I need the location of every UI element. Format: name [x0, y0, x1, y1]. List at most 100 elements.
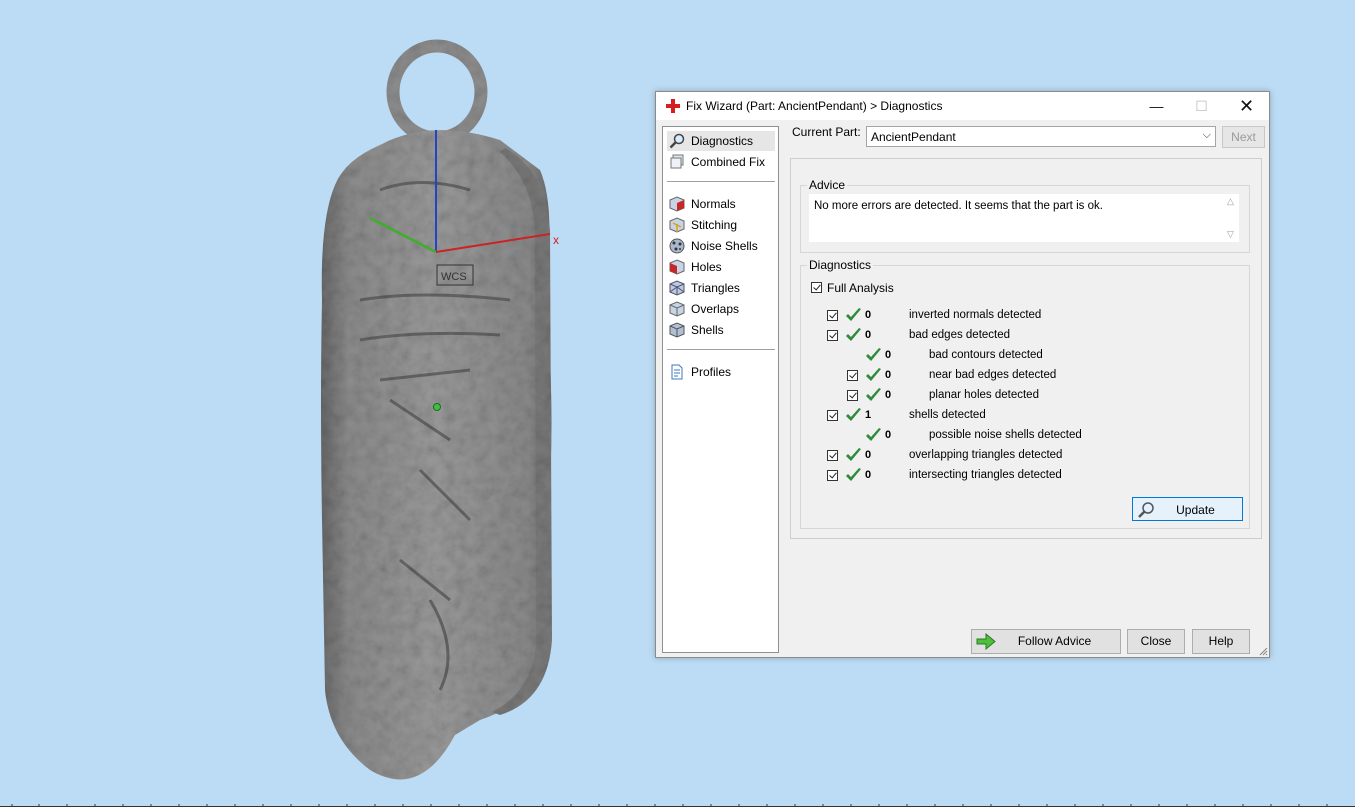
cube-shells-icon: [669, 322, 685, 338]
diagnostic-row: 0 overlapping triangles detected: [827, 447, 1231, 465]
cube-normals-icon: [669, 196, 685, 212]
advice-title: Advice: [807, 178, 848, 192]
nav-label: Noise Shells: [691, 239, 758, 253]
nav-label: Diagnostics: [691, 134, 754, 148]
diagnostic-row: 0 near bad edges detected: [831, 367, 1231, 385]
resize-grip-icon[interactable]: [1258, 646, 1268, 656]
diagnostic-row: 0 inverted normals detected: [827, 307, 1231, 325]
nav-item-combined-fix[interactable]: Combined Fix: [667, 152, 775, 172]
nav-item-triangles[interactable]: Triangles: [667, 278, 775, 298]
nav-item-profiles[interactable]: Profiles: [667, 362, 775, 382]
diagnostics-group: Diagnostics Full Analysis 0 inverted norm…: [800, 258, 1250, 529]
nav-label: Holes: [691, 260, 722, 274]
diagnostic-message: intersecting triangles detected: [909, 469, 1062, 481]
cube-holes-icon: [669, 259, 685, 275]
advice-textbox[interactable]: No more errors are detected. It seems th…: [809, 194, 1239, 242]
title-bar[interactable]: Fix Wizard (Part: AncientPendant) > Diag…: [656, 92, 1269, 120]
magnifier-icon: [669, 133, 685, 149]
nav-label: Profiles: [691, 365, 732, 379]
checkbox[interactable]: [827, 310, 838, 321]
magnifier-icon: [1138, 502, 1154, 518]
red-cross-icon: [666, 99, 680, 113]
follow-advice-label: Follow Advice: [1017, 634, 1092, 648]
diagnostic-count: 0: [865, 449, 872, 461]
diagnostic-message: overlapping triangles detected: [909, 449, 1063, 461]
nav-label: Shells: [691, 323, 724, 337]
current-part-select[interactable]: AncientPendant ⌵: [866, 126, 1216, 147]
nav-label: Triangles: [691, 281, 740, 295]
axis-x-label: x: [553, 233, 559, 247]
nav-item-stitching[interactable]: Stitching: [667, 215, 775, 235]
diagnostic-row: 0 bad contours detected: [831, 347, 1231, 365]
scroll-down-icon[interactable]: ▽: [1227, 229, 1234, 240]
noise-shells-icon: [669, 238, 685, 254]
checkbox[interactable]: [847, 370, 858, 381]
cube-stitch-icon: [669, 217, 685, 233]
update-label: Update: [1176, 503, 1215, 517]
checkbox[interactable]: [827, 450, 838, 461]
current-part-label: Current Part:: [792, 125, 861, 139]
nav-divider: [667, 181, 775, 182]
green-arrow-icon: [976, 633, 996, 650]
green-check-icon: [846, 408, 861, 421]
nav-label: Overlaps: [691, 302, 740, 316]
close-window-button[interactable]: ✕: [1224, 92, 1269, 120]
close-button[interactable]: Close: [1127, 629, 1185, 654]
nav-label: Combined Fix: [691, 155, 766, 169]
follow-advice-button[interactable]: Follow Advice: [971, 629, 1121, 654]
fix-wizard-dialog: Fix Wizard (Part: AncientPendant) > Diag…: [655, 91, 1270, 658]
scroll-up-icon[interactable]: △: [1227, 196, 1234, 207]
checkbox[interactable]: [847, 390, 858, 401]
nav-divider: [667, 349, 775, 350]
checkbox[interactable]: [811, 282, 822, 293]
checkbox[interactable]: [827, 410, 838, 421]
help-button[interactable]: Help: [1192, 629, 1250, 654]
diagnostics-panel: Advice No more errors are detected. It s…: [790, 158, 1262, 539]
ruler: [0, 804, 1355, 807]
chevron-down-icon: ⌵: [1202, 129, 1211, 141]
diagnostic-message: near bad edges detected: [929, 369, 1057, 381]
diagnostic-message: bad contours detected: [929, 349, 1043, 361]
checkbox[interactable]: [827, 470, 838, 481]
nav-label: Stitching: [691, 218, 738, 232]
nav-item-normals[interactable]: Normals: [667, 194, 775, 214]
advice-group: Advice No more errors are detected. It s…: [800, 178, 1250, 253]
diagnostic-message: planar holes detected: [929, 389, 1039, 401]
diagnostic-row: 1 shells detected: [827, 407, 1231, 425]
nav-item-holes[interactable]: Holes: [667, 257, 775, 277]
nav-item-noise-shells[interactable]: Noise Shells: [667, 236, 775, 256]
green-check-icon: [846, 468, 861, 481]
diagnostic-row: 0 intersecting triangles detected: [827, 467, 1231, 485]
diagnostic-row: 0 possible noise shells detected: [831, 427, 1231, 445]
cube-overlaps-icon: [669, 301, 685, 317]
diagnostic-message: bad edges detected: [909, 329, 1011, 341]
diagnostic-message: inverted normals detected: [909, 309, 1042, 321]
green-check-icon: [846, 308, 861, 321]
minimize-button[interactable]: —: [1134, 92, 1179, 120]
next-button[interactable]: Next: [1222, 126, 1265, 148]
diagnostic-count: 0: [865, 469, 872, 481]
nav-item-diagnostics[interactable]: Diagnostics: [667, 131, 775, 151]
maximize-button[interactable]: ☐: [1179, 92, 1224, 120]
green-check-icon: [866, 348, 881, 361]
fix-wizard-nav: Diagnostics Combined Fix Normals Stitchi…: [662, 126, 779, 653]
diagnostic-count: 1: [865, 409, 872, 421]
diagnostic-count: 0: [885, 349, 892, 361]
diagnostic-row: 0 planar holes detected: [831, 387, 1231, 405]
nav-label: Normals: [691, 197, 736, 211]
nav-item-overlaps[interactable]: Overlaps: [667, 299, 775, 319]
diagnostic-count: 0: [865, 329, 872, 341]
full-analysis-label: Full Analysis: [827, 281, 894, 295]
diagnostics-title: Diagnostics: [807, 258, 874, 272]
diagnostic-message: possible noise shells detected: [929, 429, 1082, 441]
cube-stack-icon: [670, 154, 684, 169]
advice-scrollbar[interactable]: △ ▽: [1225, 194, 1239, 242]
document-icon: [671, 364, 683, 380]
green-check-icon: [846, 328, 861, 341]
diagnostic-message: shells detected: [909, 409, 986, 421]
checkbox[interactable]: [827, 330, 838, 341]
update-button[interactable]: Update: [1132, 497, 1243, 521]
diagnostic-row: 0 bad edges detected: [827, 327, 1231, 345]
green-check-icon: [846, 448, 861, 461]
nav-item-shells[interactable]: Shells: [667, 320, 775, 340]
